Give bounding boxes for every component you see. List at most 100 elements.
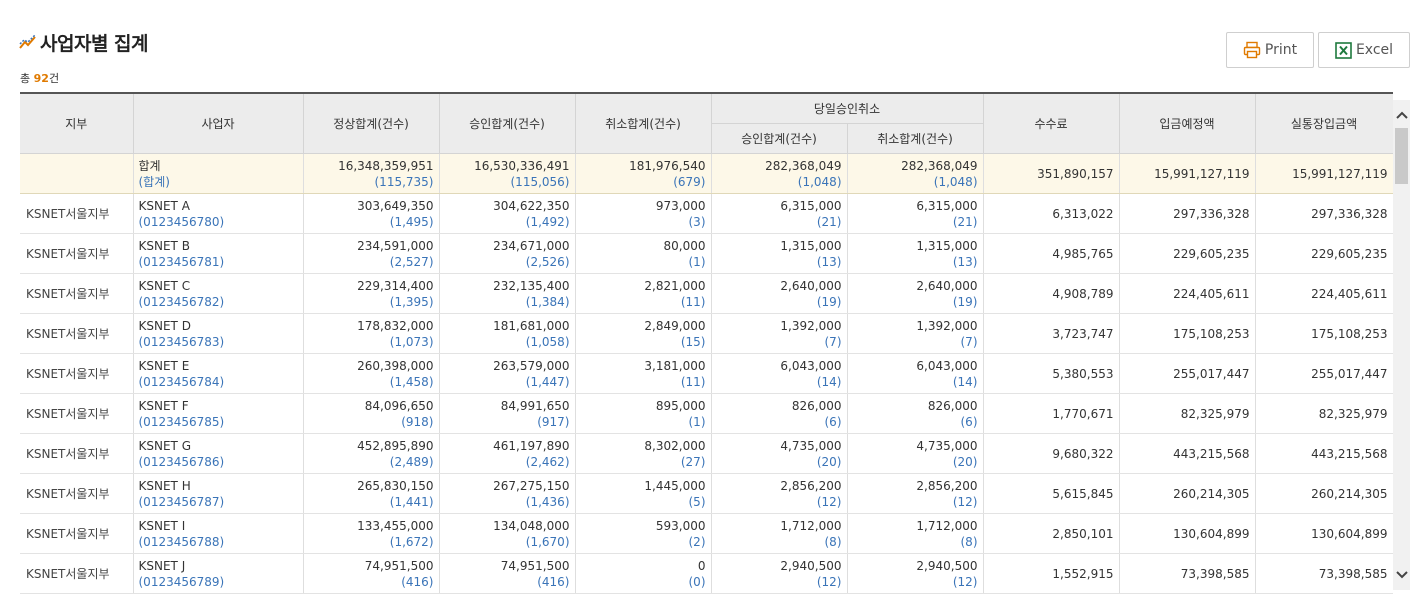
sd-approval-cell: 826,000 (6) xyxy=(711,393,848,434)
table-row[interactable]: KSNET서울지부 KSNET E (0123456784) 260,398,000(… xyxy=(20,353,1393,394)
col-sameday-approval[interactable]: 승인합계(건수) xyxy=(711,123,848,154)
cancel-count: (11) xyxy=(680,374,706,389)
table-row[interactable]: KSNET서울지부 KSNET A (0123456780) 303,649,350(… xyxy=(20,193,1393,234)
fee-cell: 2,850,101 xyxy=(983,513,1120,554)
normal-count: (1,672) xyxy=(389,534,434,549)
page-title: 사업자별 집계 xyxy=(40,32,149,55)
merchant-name: KSNET E xyxy=(138,358,190,373)
sd-approval-cell: 1,392,000 (7) xyxy=(711,313,848,354)
scroll-up-button[interactable] xyxy=(1393,106,1410,123)
cancel-cell: 0 (0) xyxy=(575,553,712,594)
total-label: 합계 xyxy=(138,158,161,173)
scrollbar-thumb[interactable] xyxy=(1395,128,1408,184)
record-count-value: 92 xyxy=(33,72,49,85)
merchant-cell[interactable]: KSNET D (0123456783) xyxy=(133,313,304,354)
merchant-cell[interactable]: KSNET G (0123456786) xyxy=(133,433,304,474)
col-branch[interactable]: 지부 xyxy=(20,94,134,154)
cancel-amount: 973,000 xyxy=(655,198,706,213)
table-row[interactable]: KSNET서울지부 KSNET C (0123456782) 229,314,400(… xyxy=(20,273,1393,314)
approval-cell: 134,048,000 (1,670) xyxy=(439,513,576,554)
col-approval-total[interactable]: 승인합계(건수) xyxy=(439,94,576,154)
sd-cancel-cell: 6,315,000 (21) xyxy=(847,193,984,234)
page-header: 사업자별 집계 xyxy=(19,29,149,55)
total-sd-approval: 282,368,049 xyxy=(765,158,842,173)
merchant-cell[interactable]: KSNET E (0123456784) xyxy=(133,353,304,394)
table-row[interactable]: KSNET서울지부 KSNET B (0123456781) 234,591,000(… xyxy=(20,233,1393,274)
sd-approval-count: (20) xyxy=(816,454,842,469)
deposit-cell: 175,108,253 xyxy=(1119,313,1256,354)
total-normal: 16,348,359,951 xyxy=(338,158,434,173)
col-fee[interactable]: 수수료 xyxy=(983,94,1120,154)
excel-button[interactable]: Excel xyxy=(1318,32,1410,68)
col-cancel-total[interactable]: 취소합계(건수) xyxy=(575,94,712,154)
merchant-cell[interactable]: KSNET A (0123456780) xyxy=(133,193,304,234)
merchant-name: KSNET B xyxy=(138,238,190,253)
merchant-cell[interactable]: KSNET J (0123456789) xyxy=(133,553,304,594)
table-row[interactable]: KSNET서울지부 KSNET D (0123456783) 178,832,000(… xyxy=(20,313,1393,354)
cancel-count: (2) xyxy=(688,534,706,549)
cancel-count: (15) xyxy=(680,334,706,349)
sd-approval-amount: 6,043,000 xyxy=(780,358,842,373)
sd-approval-cell: 2,640,000 (19) xyxy=(711,273,848,314)
normal-amount: 452,895,890 xyxy=(357,438,434,453)
cancel-amount: 1,445,000 xyxy=(644,478,706,493)
merchant-cell[interactable]: KSNET F (0123456785) xyxy=(133,393,304,434)
cancel-amount: 2,849,000 xyxy=(644,318,706,333)
print-button[interactable]: Print xyxy=(1226,32,1314,68)
total-sd-approval-count: (1,048) xyxy=(797,174,842,189)
table-row[interactable]: KSNET서울지부 KSNET H (0123456787) 265,830,150(… xyxy=(20,473,1393,514)
merchant-id: (0123456780) xyxy=(138,214,225,229)
merchant-cell[interactable]: KSNET H (0123456787) xyxy=(133,473,304,514)
cancel-cell: 80,000 (1) xyxy=(575,233,712,274)
col-actual-deposit[interactable]: 실통장입금액 xyxy=(1255,94,1393,154)
cancel-count: (3) xyxy=(688,214,706,229)
branch-cell: KSNET서울지부 xyxy=(20,313,134,354)
sd-cancel-cell: 2,640,000 (19) xyxy=(847,273,984,314)
vertical-scrollbar[interactable] xyxy=(1393,100,1410,590)
sd-approval-count: (21) xyxy=(816,214,842,229)
normal-count: (416) xyxy=(401,574,434,589)
merchant-cell[interactable]: KSNET B (0123456781) xyxy=(133,233,304,274)
table-row[interactable]: KSNET서울지부 KSNET F (0123456785) 84,096,650 (9… xyxy=(20,393,1393,434)
scroll-down-button[interactable] xyxy=(1393,566,1410,583)
fee-cell: 5,380,553 xyxy=(983,353,1120,394)
fee-cell: 4,985,765 xyxy=(983,233,1120,274)
approval-cell: 84,991,650 (917) xyxy=(439,393,576,434)
sd-cancel-amount: 2,640,000 xyxy=(916,278,978,293)
cancel-count: (27) xyxy=(680,454,706,469)
cancel-amount: 593,000 xyxy=(655,518,706,533)
approval-count: (2,526) xyxy=(525,254,570,269)
col-deposit-expected[interactable]: 입금예정액 xyxy=(1119,94,1256,154)
col-sameday-cancel[interactable]: 취소합계(건수) xyxy=(847,123,984,154)
approval-count: (1,447) xyxy=(525,374,570,389)
col-merchant[interactable]: 사업자 xyxy=(133,94,304,154)
sd-approval-count: (13) xyxy=(816,254,842,269)
sd-cancel-count: (13) xyxy=(952,254,978,269)
merchant-cell[interactable]: KSNET I (0123456788) xyxy=(133,513,304,554)
merchant-cell[interactable]: KSNET C (0123456782) xyxy=(133,273,304,314)
sd-approval-amount: 2,856,200 xyxy=(780,478,842,493)
normal-cell: 234,591,000 (2,527) xyxy=(303,233,440,274)
sd-cancel-count: (7) xyxy=(960,334,978,349)
sd-cancel-count: (19) xyxy=(952,294,978,309)
deposit-cell: 130,604,899 xyxy=(1119,513,1256,554)
sd-cancel-amount: 1,392,000 xyxy=(916,318,978,333)
cancel-cell: 8,302,000 (27) xyxy=(575,433,712,474)
normal-amount: 133,455,000 xyxy=(357,518,434,533)
sd-approval-count: (12) xyxy=(816,574,842,589)
approval-count: (917) xyxy=(537,414,570,429)
fee-cell: 5,615,845 xyxy=(983,473,1120,514)
table-row[interactable]: KSNET서울지부 KSNET J (0123456789) 74,951,500 (4… xyxy=(20,553,1393,594)
approval-cell: 74,951,500 (416) xyxy=(439,553,576,594)
sd-approval-amount: 6,315,000 xyxy=(780,198,842,213)
col-normal-total[interactable]: 정상합계(건수) xyxy=(303,94,440,154)
branch-cell: KSNET서울지부 xyxy=(20,233,134,274)
table-row[interactable]: KSNET서울지부 KSNET G (0123456786) 452,895,890(… xyxy=(20,433,1393,474)
approval-count: (1,670) xyxy=(525,534,570,549)
total-fee: 351,890,157 xyxy=(983,153,1120,194)
actual-cell: 297,336,328 xyxy=(1255,193,1393,234)
sd-approval-cell: 2,856,200 (12) xyxy=(711,473,848,514)
deposit-cell: 260,214,305 xyxy=(1119,473,1256,514)
table-row[interactable]: KSNET서울지부 KSNET I (0123456788) 133,455,000(… xyxy=(20,513,1393,554)
approval-amount: 232,135,400 xyxy=(493,278,570,293)
